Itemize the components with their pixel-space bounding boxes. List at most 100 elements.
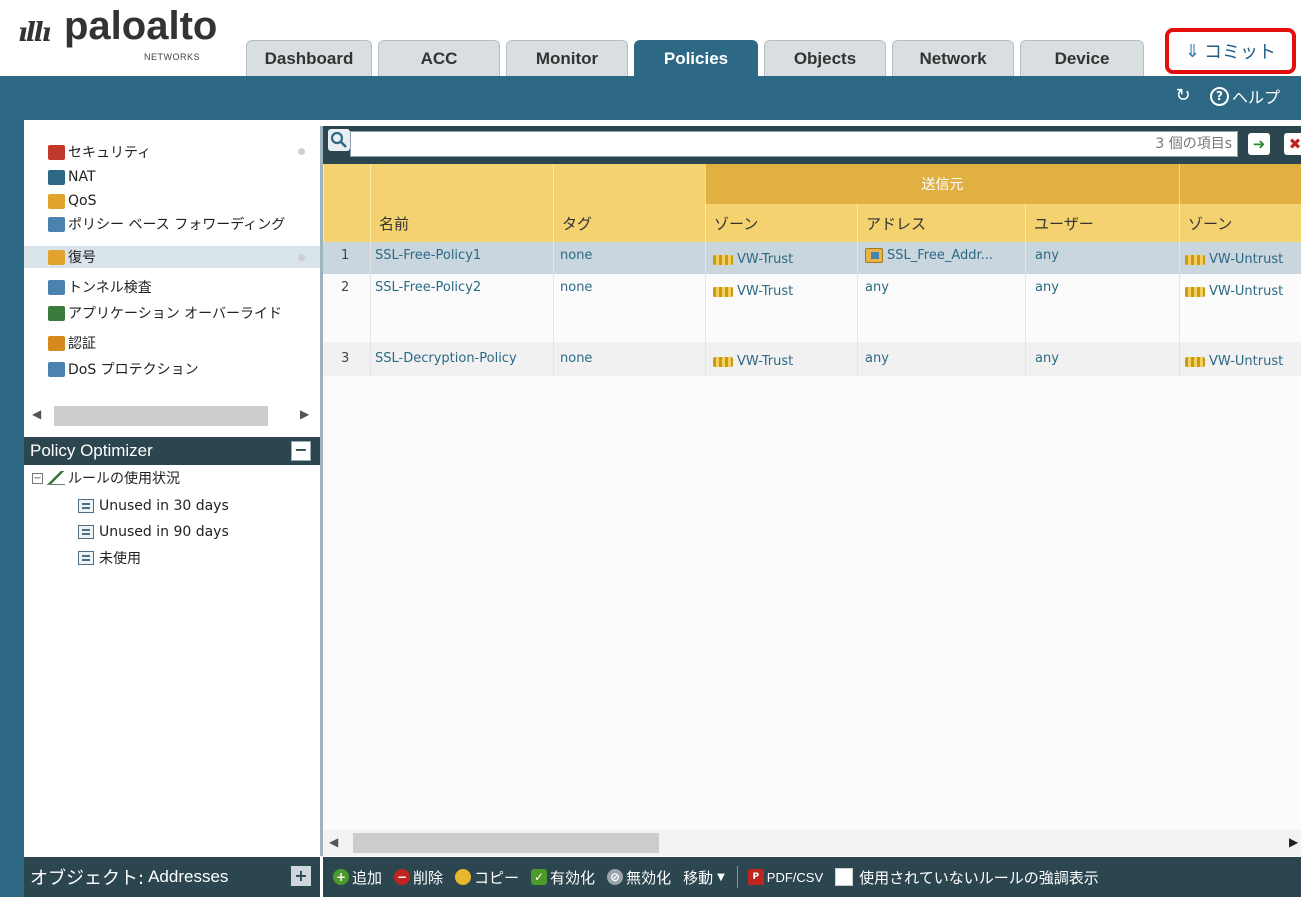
toolbar-band (0, 76, 1301, 120)
column-header-name[interactable]: 名前 (370, 204, 553, 242)
scroll-left-icon[interactable]: ◀ (32, 407, 41, 421)
expand-objects-button[interactable]: + (291, 866, 311, 886)
highlight-unused-checkbox[interactable] (835, 868, 854, 886)
copy-label: コピー (474, 868, 520, 887)
nav-item-authentication[interactable]: 認証 (48, 332, 96, 354)
top-header: ıllı paloalto NETWORKS Dashboard ACC Mon… (0, 0, 1301, 76)
policy-optimizer-header: Policy Optimizer (24, 437, 320, 465)
source-zone-cell[interactable]: VW-Trust (713, 354, 793, 369)
unused-30-days-item[interactable]: Unused in 30 days (78, 495, 229, 517)
add-label: 追加 (352, 868, 383, 887)
scroll-left-icon[interactable]: ◀ (329, 835, 338, 849)
tab-acc[interactable]: ACC (378, 40, 500, 76)
destination-zone-cell[interactable]: VW-Untrust (1185, 252, 1283, 267)
nav-item-label: QoS (68, 193, 97, 209)
destination-zone-cell[interactable]: VW-Untrust (1185, 354, 1283, 369)
header-cell-blank (323, 164, 370, 204)
nav-scroll-thumb[interactable] (54, 406, 268, 426)
table-scrollbar[interactable]: ◀ ▶ (323, 830, 1301, 856)
highlight-unused-toggle[interactable]: 使用されていないルールの強調表示 (835, 867, 1099, 888)
rule-name-link[interactable]: SSL-Decryption-Policy (375, 351, 517, 366)
qos-icon (48, 193, 65, 209)
table-row[interactable]: 3 SSL-Decryption-Policy none VW-Trust an… (323, 342, 1301, 376)
nav-scrollbar[interactable]: ◀ ▶ (24, 404, 320, 428)
apply-filter-button[interactable]: ➜ (1248, 133, 1270, 155)
tab-device[interactable]: Device (1020, 40, 1144, 76)
divider (736, 866, 738, 888)
column-divider (553, 242, 554, 376)
unused-90-days-item[interactable]: Unused in 90 days (78, 521, 229, 543)
nav-item-label: セキュリティ (68, 145, 152, 161)
column-header-user[interactable]: ユーザー (1025, 204, 1179, 242)
objects-footer: オブジェクト: Addresses (24, 857, 320, 897)
column-header-dest-zone[interactable]: ゾーン (1179, 204, 1301, 242)
refresh-icon[interactable]: ↻ (1172, 85, 1194, 107)
logo-subtext: NETWORKS (144, 52, 201, 62)
zone-icon (713, 356, 733, 367)
pbf-icon (48, 216, 65, 232)
tab-dashboard[interactable]: Dashboard (246, 40, 372, 76)
nav-item-qos[interactable]: QoS (48, 190, 96, 212)
collapse-button[interactable]: − (291, 441, 311, 461)
help-button[interactable]: ? ヘルプ (1210, 84, 1280, 108)
delete-button[interactable]: − 削除 (394, 867, 443, 888)
rule-usage-group[interactable]: − ルールの使用状況 (32, 467, 180, 489)
address-label: SSL_Free_Addr... (887, 248, 994, 263)
unused-item[interactable]: 未使用 (78, 547, 141, 569)
app-override-icon (48, 305, 65, 321)
rule-tag: none (560, 248, 593, 263)
zone-icon (713, 286, 733, 297)
rule-usage-label: ルールの使用状況 (68, 471, 180, 487)
tree-collapse-icon[interactable]: − (32, 472, 43, 484)
nav-item-decryption[interactable]: 復号 (24, 246, 320, 268)
scroll-right-icon[interactable]: ▶ (300, 407, 309, 421)
table-row[interactable]: 1 SSL-Free-Policy1 none VW-Trust SSL_Fre… (323, 242, 1301, 274)
rule-name-link[interactable]: SSL-Free-Policy1 (375, 248, 481, 263)
nav-item-nat[interactable]: NAT (48, 166, 96, 188)
column-divider (705, 242, 706, 376)
rule-name-link[interactable]: SSL-Free-Policy2 (375, 280, 481, 295)
destination-zone-cell[interactable]: VW-Untrust (1185, 284, 1283, 299)
nav-item-app-override[interactable]: アプリケーション オーバーライド (48, 302, 282, 324)
source-zone-cell[interactable]: VW-Trust (713, 252, 793, 267)
tab-network[interactable]: Network (892, 40, 1014, 76)
column-header-tag[interactable]: タグ (553, 204, 705, 242)
nav-item-pbf[interactable]: ポリシー ベース フォワーディング (48, 213, 285, 235)
disable-icon: ⊘ (607, 869, 624, 885)
policy-nav: セキュリティ NAT QoS ポリシー ベース フォワーディング 復号 トンネル… (24, 126, 320, 432)
table-row[interactable]: 2 SSL-Free-Policy2 none VW-Trust any any… (323, 274, 1301, 342)
nav-item-tunnel-inspection[interactable]: トンネル検査 (48, 276, 152, 298)
action-bar: + 追加 − 削除 コピー ✓ 有効化 ⊘ 無効化 移動 ▼ P PDF/CSV… (323, 857, 1301, 897)
user-value: any (1035, 248, 1059, 263)
chevron-down-icon: ▼ (717, 871, 725, 883)
column-header-source-zone[interactable]: ゾーン (705, 204, 857, 242)
objects-footer-sub: Addresses (148, 867, 229, 886)
source-zone-cell[interactable]: VW-Trust (713, 284, 793, 299)
user-value: any (1035, 351, 1059, 366)
copy-button[interactable]: コピー (455, 867, 519, 888)
tab-objects[interactable]: Objects (764, 40, 886, 76)
clear-filter-button[interactable]: ✖ (1284, 133, 1301, 155)
pdf-icon: P (747, 869, 764, 885)
scroll-right-icon[interactable]: ▶ (1289, 835, 1298, 849)
tab-monitor[interactable]: Monitor (506, 40, 628, 76)
address-cell[interactable]: SSL_Free_Addr... (865, 248, 1023, 263)
tab-policies[interactable]: Policies (634, 40, 758, 76)
disable-button[interactable]: ⊘ 無効化 (607, 867, 671, 888)
pdf-csv-button[interactable]: P PDF/CSV (747, 869, 823, 885)
destination-zone-label: VW-Untrust (1209, 284, 1284, 299)
add-button[interactable]: + 追加 (333, 867, 382, 888)
nav-item-security[interactable]: セキュリティ (48, 141, 151, 163)
search-input[interactable] (350, 131, 1238, 157)
table-scroll-thumb[interactable] (353, 833, 659, 853)
commit-button[interactable]: ⇓ コミット (1165, 28, 1296, 74)
unused-label: 未使用 (99, 551, 141, 567)
nav-item-dos-protection[interactable]: DoS プロテクション (48, 358, 199, 380)
enable-button[interactable]: ✓ 有効化 (531, 867, 595, 888)
zone-icon (1185, 254, 1205, 265)
search-icon[interactable] (328, 129, 350, 151)
move-dropdown[interactable]: 移動 ▼ (683, 867, 725, 888)
column-divider (857, 242, 858, 376)
zone-icon (1185, 356, 1205, 367)
column-header-address[interactable]: アドレス (857, 204, 1025, 242)
